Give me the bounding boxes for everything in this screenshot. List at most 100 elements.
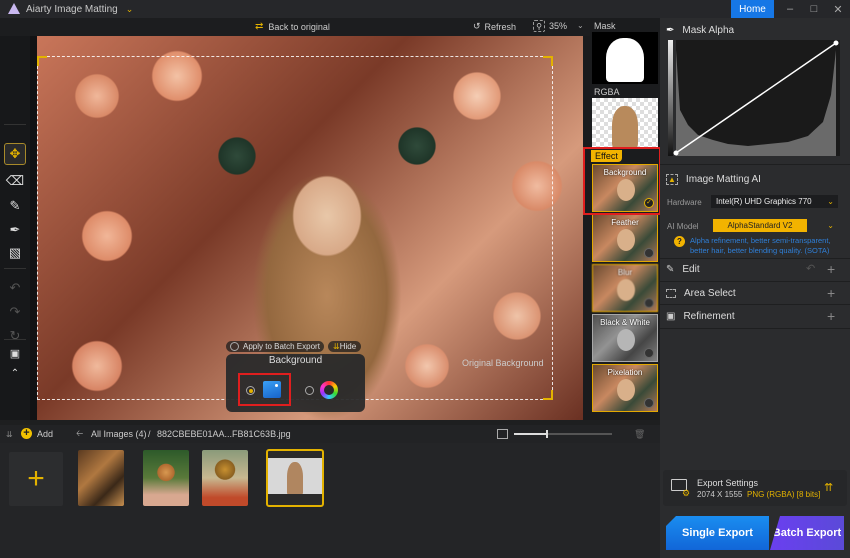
mask-thumbnail[interactable] xyxy=(592,32,658,84)
brush-tool-icon[interactable]: ✎ xyxy=(4,195,26,217)
thumbnail-size-slider[interactable] xyxy=(514,430,612,438)
home-button[interactable]: Home xyxy=(731,0,774,18)
eraser-tool-icon[interactable]: ⌫ xyxy=(4,170,26,192)
apply-to-batch-label: Apply to Batch Export xyxy=(243,342,320,351)
mask-alpha-curve[interactable] xyxy=(668,40,840,156)
edit-label: Edit xyxy=(682,264,700,275)
refinement-section[interactable]: ▣ Refinement xyxy=(666,311,735,322)
effect-label: Feather xyxy=(611,218,639,227)
filmstrip-item-selected[interactable] xyxy=(266,449,324,507)
move-tool-icon[interactable]: ✥ xyxy=(4,143,26,165)
minimize-icon[interactable]: – xyxy=(778,0,802,18)
export-settings-title: Export Settings xyxy=(697,478,759,488)
chevrons-up-icon[interactable]: ⇈ xyxy=(824,481,833,494)
expand-area-select-icon[interactable]: + xyxy=(827,285,835,301)
single-export-button[interactable]: Single Export xyxy=(666,516,769,550)
left-toolbar: ✥ ⌫ ✎ ✒ ▧ ↶ ↷ ↻ ▣ ⌃ xyxy=(0,36,30,420)
toolbar-divider xyxy=(4,124,26,125)
swap-arrows-icon: ⇄ xyxy=(255,21,264,32)
color-picker-icon[interactable] xyxy=(320,381,338,399)
breadcrumb-all-images[interactable]: All Images (4) xyxy=(91,429,147,439)
collapse-toolbar-icon[interactable]: ⌃ xyxy=(4,362,26,384)
app-title: Aiarty Image Matting xyxy=(26,3,118,15)
breadcrumb-separator: / xyxy=(148,429,151,439)
alpha-gradient-bar xyxy=(668,40,673,156)
ai-model-select[interactable]: AlphaStandard V2 ⌄ xyxy=(711,219,838,232)
hide-button[interactable]: ⇊Hide xyxy=(328,341,362,352)
section-divider xyxy=(660,328,850,329)
ai-model-value: AlphaStandard V2 xyxy=(713,219,807,232)
edit-icon: ✎ xyxy=(666,264,675,275)
section-divider xyxy=(660,281,850,282)
canvas-topbar: ⇄ Back to original ↺ Refresh ⚲ 35% ⌄ xyxy=(0,18,590,36)
refresh-button[interactable]: ↺ Refresh xyxy=(473,21,516,32)
add-image-tile[interactable]: + xyxy=(9,452,63,506)
edit-section[interactable]: ✎ Edit xyxy=(666,264,700,275)
apply-to-batch-radio[interactable] xyxy=(230,342,239,351)
effect-highlight-box xyxy=(583,147,661,215)
rgba-thumbnail[interactable] xyxy=(592,98,658,148)
redo-icon[interactable]: ↷ xyxy=(4,301,26,323)
filmstrip-item[interactable] xyxy=(202,450,248,506)
crop-handle-top-right[interactable] xyxy=(543,56,553,66)
image-matting-title: Image Matting AI xyxy=(685,174,761,185)
rgba-label: RGBA xyxy=(594,87,620,97)
restore-brush-tool-icon[interactable]: ✒ xyxy=(4,219,26,241)
effect-blur[interactable]: Blur xyxy=(592,264,658,312)
toolbar-divider xyxy=(4,339,26,340)
unchecked-icon xyxy=(644,298,654,308)
roller-tool-icon[interactable]: ▧ xyxy=(4,242,26,264)
filmstrip-item[interactable] xyxy=(78,450,124,506)
undo-icon[interactable]: ↶ xyxy=(4,277,26,299)
add-icon[interactable]: + xyxy=(21,428,32,439)
help-icon[interactable]: ? xyxy=(674,236,685,247)
export-dimensions: 2074 X 1555 xyxy=(697,490,743,499)
eyedropper-icon[interactable]: ✒ xyxy=(666,25,674,36)
effect-pixelation[interactable]: Pixelation xyxy=(592,364,658,412)
zoom-control[interactable]: ⚲ 35% xyxy=(533,20,567,32)
filmstrip-item[interactable] xyxy=(143,450,189,506)
close-icon[interactable]: ✕ xyxy=(826,0,850,18)
background-image-radio[interactable] xyxy=(246,386,255,395)
expand-edit-icon[interactable]: + xyxy=(827,261,835,277)
fit-screen-icon[interactable]: ▣ xyxy=(4,342,26,364)
undo-edit-icon[interactable]: ↶ xyxy=(806,262,815,275)
slider-handle[interactable] xyxy=(546,430,549,438)
gear-icon: ⚙ xyxy=(682,488,691,498)
collapse-filmstrip-icon[interactable]: ⇊ xyxy=(6,430,13,439)
maximize-icon[interactable]: □ xyxy=(802,0,826,18)
image-background-icon[interactable] xyxy=(263,381,281,398)
slider-fill xyxy=(514,433,547,435)
hardware-label: Hardware xyxy=(667,198,702,207)
batch-export-button[interactable]: Batch Export xyxy=(770,516,844,550)
app-menu-chevron-icon[interactable]: ⌄ xyxy=(126,4,134,15)
crop-handle-bottom-right[interactable] xyxy=(543,390,553,400)
back-arrow-icon[interactable]: 🡠 xyxy=(76,426,83,442)
expand-refinement-icon[interactable]: + xyxy=(827,308,835,324)
effect-feather[interactable]: Feather xyxy=(592,214,658,262)
apply-to-batch-toggle[interactable]: Apply to Batch Export xyxy=(226,341,324,352)
export-settings[interactable]: ⚙ Export Settings 2074 X 1555 PNG (RGBA)… xyxy=(663,470,847,506)
back-to-original-label: Back to original xyxy=(268,21,330,32)
hardware-select[interactable]: Intel(R) UHD Graphics 770 ⌄ xyxy=(711,195,838,208)
area-select-label: Area Select xyxy=(684,288,736,299)
effect-black-white[interactable]: Black & White xyxy=(592,314,658,362)
zoom-dropdown-chevron-icon[interactable]: ⌄ xyxy=(577,21,584,30)
app-logo-icon xyxy=(8,3,20,15)
chevron-down-icon: ⌄ xyxy=(827,197,834,206)
curve-point-start xyxy=(673,150,679,156)
mask-label: Mask xyxy=(594,21,616,31)
ai-model-label: AI Model xyxy=(667,222,699,231)
delete-icon[interactable]: 🗑 xyxy=(634,429,645,440)
add-label[interactable]: Add xyxy=(37,429,53,439)
crop-handle-top-left[interactable] xyxy=(37,56,47,66)
canvas-scrollbar[interactable] xyxy=(583,36,590,420)
zoom-level: 35% xyxy=(549,21,568,31)
preview-column: Mask RGBA Background ✓ Feather Blur Blac… xyxy=(590,18,660,420)
back-to-original-button[interactable]: ⇄ Back to original xyxy=(255,21,330,32)
hardware-value: Intel(R) UHD Graphics 770 xyxy=(716,197,812,206)
toolbar-divider xyxy=(4,268,26,269)
image-matting-header: ▲ Image Matting AI xyxy=(666,174,761,185)
area-select-section[interactable]: Area Select xyxy=(666,288,736,299)
background-color-radio[interactable] xyxy=(305,386,314,395)
